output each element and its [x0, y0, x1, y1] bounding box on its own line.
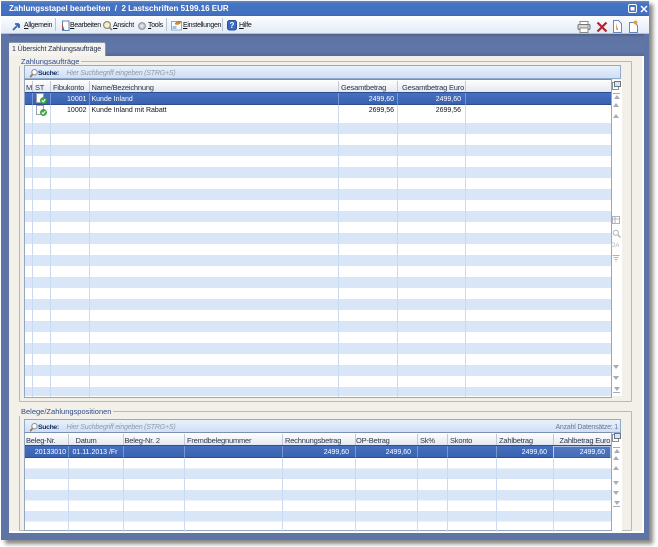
svg-text:?: ? — [230, 21, 235, 30]
